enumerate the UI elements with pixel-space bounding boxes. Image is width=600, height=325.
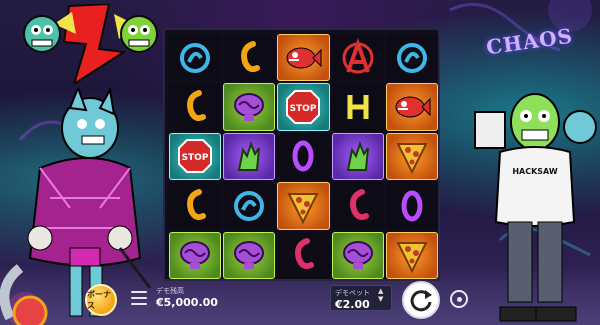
spin-arrow-icon (410, 290, 432, 312)
symbol-hook-orange (223, 34, 276, 82)
symbol-stop-sign: STOP (169, 132, 222, 181)
symbol-red-fish (277, 34, 330, 82)
svg-text:STOP: STOP (290, 104, 317, 114)
symbol-brain-purple (223, 231, 276, 279)
symbol-spiral-blue (385, 34, 438, 82)
game-scene: CHAOS HACKSAW STOP STOP ボーナス デモ残高 €5,000… (0, 0, 600, 325)
symbol-red-fish (385, 83, 438, 131)
bet-adjust-arrows[interactable]: ▲ ▼ (378, 287, 388, 309)
autoplay-icon (456, 296, 462, 302)
punk-cat-character (0, 88, 152, 325)
reel-frame: STOP STOP (163, 28, 440, 281)
symbol-spiral-blue (169, 34, 222, 82)
symbol-pizza-slice (385, 231, 438, 279)
symbol-hook-red (277, 231, 330, 279)
symbol-pizza-slice (277, 182, 330, 230)
symbol-pizza-slice (385, 132, 438, 181)
game-logo (23, 4, 158, 84)
svg-text:STOP: STOP (182, 153, 209, 163)
symbol-zombie-hand (331, 132, 384, 181)
balance-display: デモ残高 €5,000.00 (156, 286, 218, 309)
autoplay-button[interactable] (450, 290, 468, 308)
symbol-zero-purple (385, 182, 438, 230)
bonus-buy-button[interactable]: ボーナス (85, 284, 117, 316)
symbol-h-yellow (331, 83, 384, 131)
hamburger-icon[interactable] (131, 291, 147, 305)
symbol-grid: STOP STOP (169, 34, 438, 279)
symbol-brain-purple (331, 231, 384, 279)
bet-down-icon[interactable]: ▼ (378, 295, 388, 303)
symbol-anarchy-red (331, 34, 384, 82)
symbol-hook-orange (169, 182, 222, 230)
symbol-spiral-blue (223, 182, 276, 230)
symbol-brain-purple (223, 83, 276, 131)
symbol-zero-purple (277, 132, 330, 181)
zombie-character: HACKSAW (474, 93, 597, 322)
symbol-stop-sign: STOP (277, 83, 330, 131)
spin-button[interactable] (402, 281, 440, 319)
shirt-text: HACKSAW (512, 167, 558, 176)
balance-value: €5,000.00 (156, 296, 218, 309)
symbol-hook-red (331, 182, 384, 230)
symbol-hook-orange (169, 83, 222, 131)
symbol-zombie-hand (223, 132, 276, 181)
bet-up-icon[interactable]: ▲ (378, 287, 388, 295)
symbol-brain-purple (169, 231, 222, 279)
balance-label: デモ残高 (156, 287, 184, 295)
